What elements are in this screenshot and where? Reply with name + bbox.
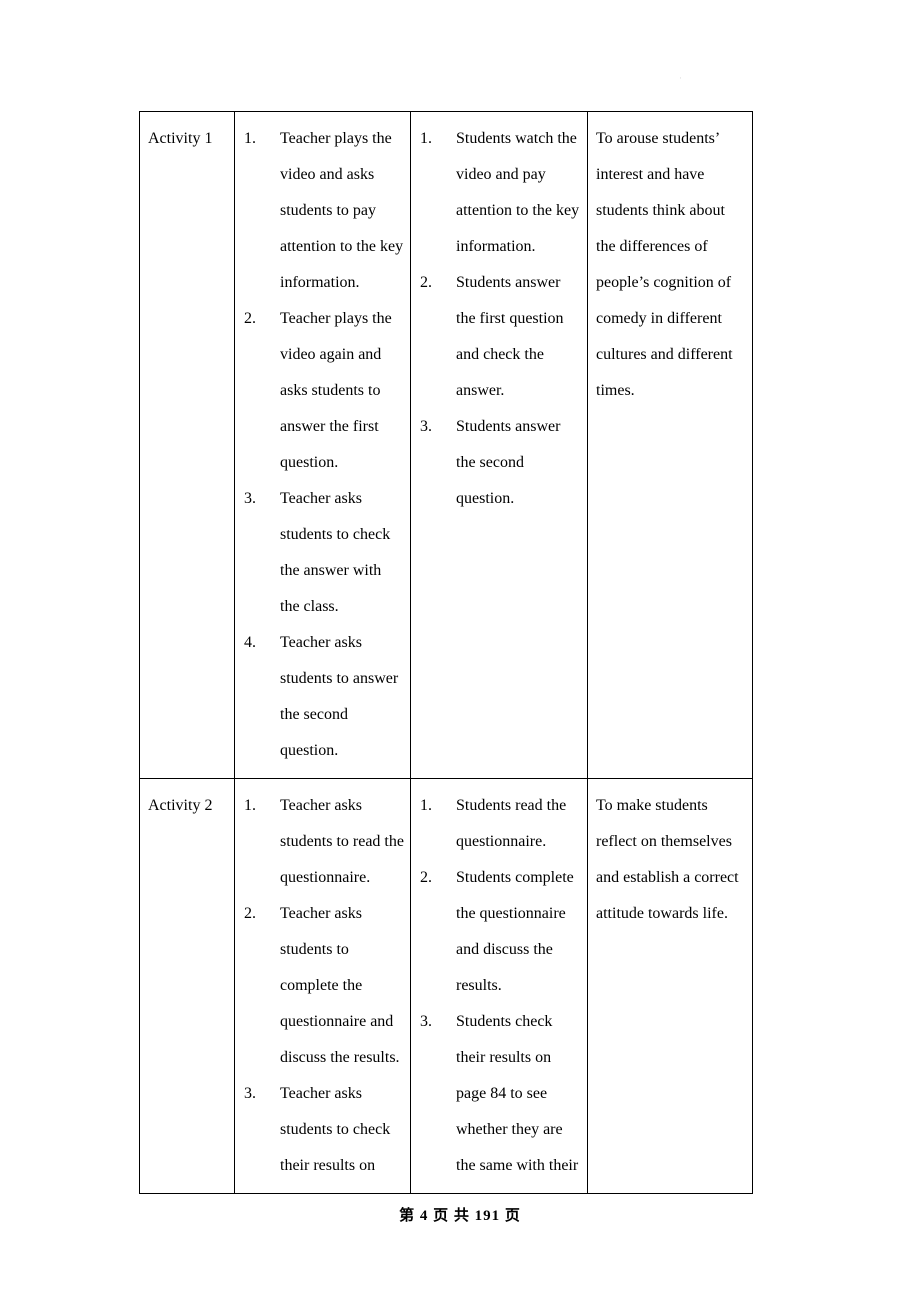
list-item: 2. Teacher asks students to complete the… — [244, 896, 404, 1076]
purpose-cell: To make students reflect on themselves a… — [587, 778, 753, 1194]
list-item: 3. Teacher asks students to check their … — [244, 1076, 404, 1184]
step-text: Students answer the second question. — [456, 418, 561, 507]
step-text: Teacher asks students to read the questi… — [280, 797, 404, 886]
list-item: 1. Students watch the video and pay atte… — [420, 121, 581, 265]
step-text: Students answer the first question and c… — [456, 274, 564, 399]
list-marker: 1. — [244, 130, 256, 147]
step-text: Students read the questionnaire. — [456, 797, 567, 850]
list-marker: 3. — [244, 490, 256, 507]
step-text: Teacher plays the video again and asks s… — [280, 310, 392, 471]
lesson-plan-table: Activity 1 1. Teacher plays the video an… — [139, 111, 753, 1194]
purpose-text: To arouse students’ interest and have st… — [596, 130, 733, 399]
list-marker: 3. — [420, 1013, 432, 1030]
step-text: Teacher asks students to check their res… — [280, 1085, 391, 1174]
list-item: 1. Teacher asks students to read the que… — [244, 788, 404, 896]
activity-label: Activity 1 — [148, 130, 213, 147]
list-item: 3. Teacher asks students to check the an… — [244, 481, 404, 625]
list-item: 3. Students answer the second question. — [420, 409, 581, 517]
teacher-activity-cell: 1. Teacher asks students to read the que… — [234, 778, 411, 1194]
list-marker: 1. — [244, 797, 256, 814]
step-text: Teacher asks students to complete the qu… — [280, 905, 400, 1066]
student-activity-cell: 1. Students watch the video and pay atte… — [410, 111, 588, 779]
list-item: 2. Students complete the questionnaire a… — [420, 860, 581, 1004]
list-item: 2. Students answer the first question an… — [420, 265, 581, 409]
teacher-activity-cell: 1. Teacher plays the video and asks stud… — [234, 111, 411, 779]
teacher-step-list: 1. Teacher plays the video and asks stud… — [244, 121, 404, 769]
list-marker: 1. — [420, 797, 432, 814]
activity-cell: Activity 2 — [139, 778, 235, 1194]
list-marker: 2. — [420, 869, 432, 886]
step-text: Students watch the video and pay attenti… — [456, 130, 580, 255]
purpose-cell: To arouse students’ interest and have st… — [587, 111, 753, 779]
activity-cell: Activity 1 — [139, 111, 235, 779]
step-text: Students complete the questionnaire and … — [456, 869, 574, 994]
teacher-step-list: 1. Teacher asks students to read the que… — [244, 788, 404, 1184]
list-item: 1. Students read the questionnaire. — [420, 788, 581, 860]
list-item: 4. Teacher asks students to answer the s… — [244, 625, 404, 769]
purpose-text: To make students reflect on themselves a… — [596, 797, 739, 922]
list-marker: 2. — [244, 310, 256, 327]
list-marker: 1. — [420, 130, 432, 147]
student-step-list: 1. Students read the questionnaire. 2. S… — [420, 788, 581, 1184]
page-footer: 第 4 页 共 191 页 — [399, 1208, 521, 1224]
list-marker: 2. — [420, 274, 432, 291]
list-marker: 3. — [420, 418, 432, 435]
step-text: Students check their results on page 84 … — [456, 1013, 579, 1174]
table-row: Activity 1 1. Teacher plays the video an… — [139, 111, 753, 779]
student-activity-cell: 1. Students read the questionnaire. 2. S… — [410, 778, 588, 1194]
step-text: Teacher asks students to answer the seco… — [280, 634, 399, 759]
student-step-list: 1. Students watch the video and pay atte… — [420, 121, 581, 517]
list-item: 3. Students check their results on page … — [420, 1004, 581, 1184]
table-row: Activity 2 1. Teacher asks students to r… — [139, 778, 753, 1194]
stray-mark: · — [679, 73, 682, 83]
list-item: 2. Teacher plays the video again and ask… — [244, 301, 404, 481]
activity-label: Activity 2 — [148, 797, 213, 814]
list-marker: 2. — [244, 905, 256, 922]
list-item: 1. Teacher plays the video and asks stud… — [244, 121, 404, 301]
list-marker: 4. — [244, 634, 256, 651]
step-text: Teacher asks students to check the answe… — [280, 490, 391, 615]
list-marker: 3. — [244, 1085, 256, 1102]
document-page: · Activity 1 1. Teacher plays the video … — [0, 0, 920, 1302]
step-text: Teacher plays the video and asks student… — [280, 130, 404, 291]
